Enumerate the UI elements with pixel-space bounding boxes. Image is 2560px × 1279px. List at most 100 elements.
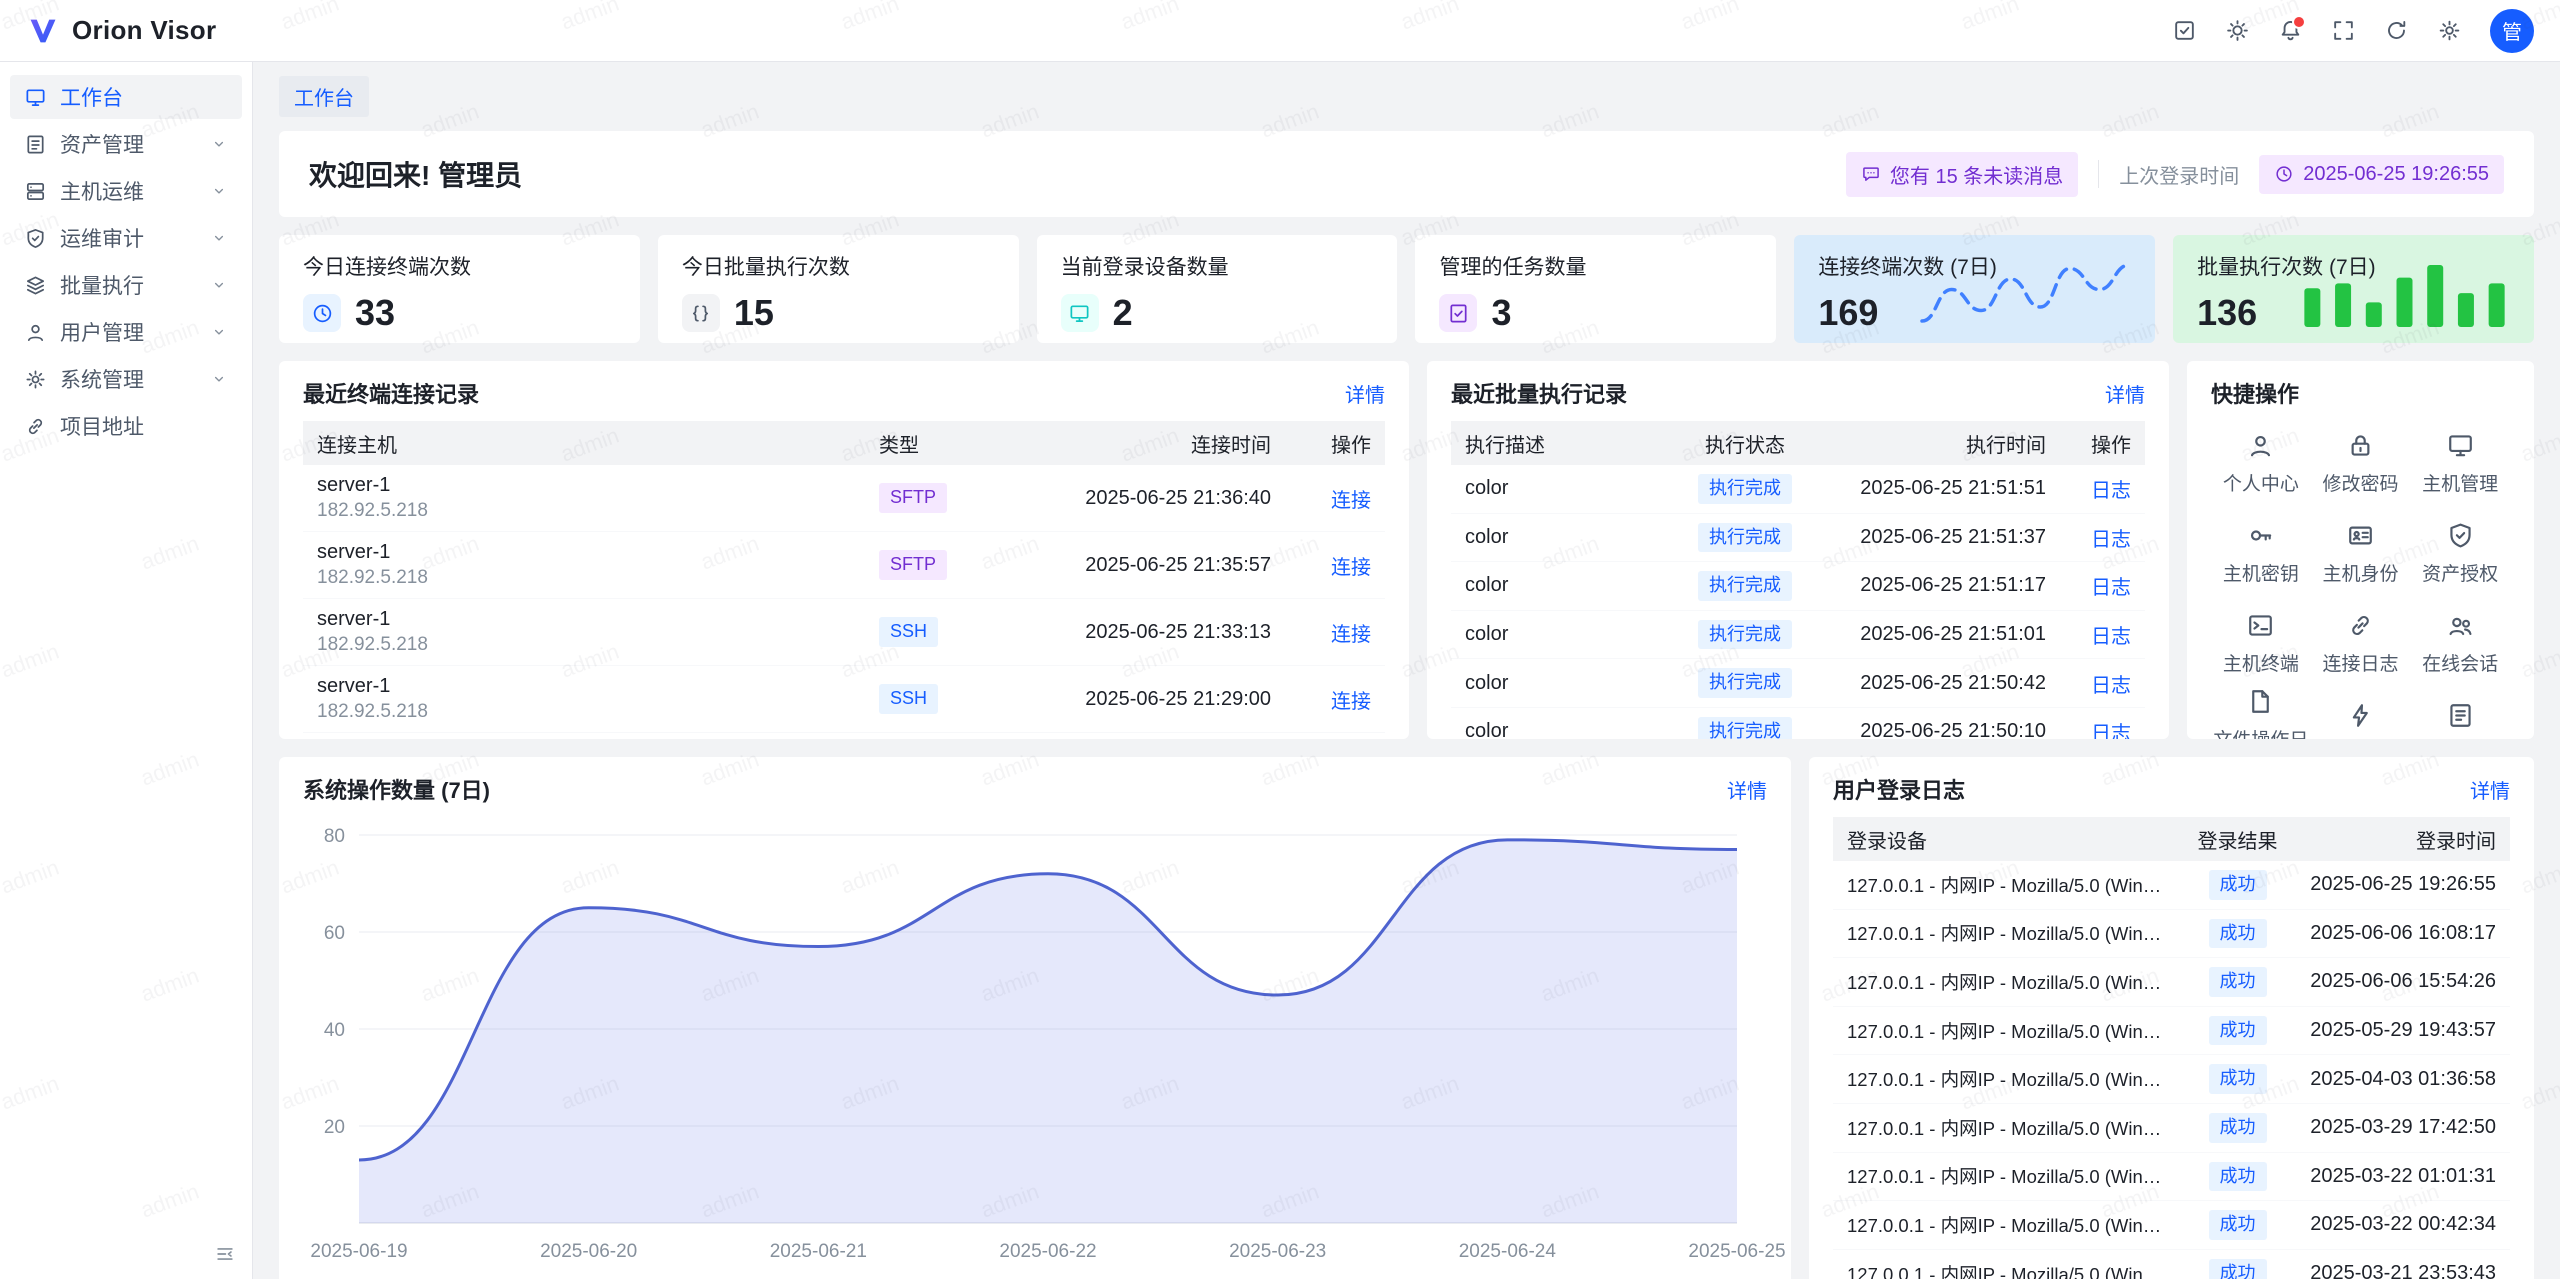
- sidebar-item[interactable]: 资产管理: [10, 122, 242, 166]
- login-time: 2025-05-29 19:43:57: [2295, 1006, 2510, 1055]
- sidebar-collapse-button[interactable]: [214, 1243, 236, 1265]
- quick-action-icon: [2346, 701, 2375, 730]
- quick-action-icon: [2246, 687, 2275, 716]
- sidebar-item[interactable]: 用户管理: [10, 310, 242, 354]
- sidebar-item[interactable]: 项目地址: [10, 404, 242, 448]
- quick-action[interactable]: 执行日志: [2410, 695, 2510, 739]
- execution-row: color 执行完成 2025-06-25 21:50:42 日志: [1451, 659, 2145, 708]
- login-logs-card: 用户登录日志 详情 登录设备 登录结果 登录时间 127.0.0.1 - 内网I…: [1809, 757, 2534, 1279]
- app-title: Orion Visor: [72, 15, 216, 46]
- login-result-tag: 成功: [2209, 1113, 2267, 1143]
- login-device: 127.0.0.1 - 内网IP - Mozilla/5.0 (Windows …: [1847, 969, 2166, 995]
- quick-action[interactable]: 个人中心: [2211, 425, 2311, 501]
- log-link[interactable]: 日志: [2091, 480, 2131, 502]
- refresh-icon[interactable]: [2384, 18, 2409, 43]
- execution-desc: color: [1451, 465, 1665, 513]
- stat-card-exec-7d: 批量执行次数 (7日) 136: [2173, 235, 2534, 343]
- connections-detail-link[interactable]: 详情: [1345, 379, 1385, 408]
- quick-action[interactable]: 在线会话: [2410, 605, 2510, 681]
- app-logo: [26, 14, 60, 48]
- log-link[interactable]: 日志: [2091, 577, 2131, 599]
- column-header: 操作: [1285, 421, 1385, 465]
- log-link[interactable]: 日志: [2091, 675, 2131, 697]
- sidebar-item-label: 用户管理: [60, 317, 197, 347]
- main-content: 工作台 欢迎回来! 管理员 您有 15 条未读消息 上次登录时间 2025-06…: [253, 62, 2560, 1279]
- login-logs-table: 登录设备 登录结果 登录时间 127.0.0.1 - 内网IP - Mozill…: [1833, 817, 2510, 1279]
- sidebar-item-icon: [24, 321, 47, 344]
- quick-action[interactable]: 命令执行: [2311, 695, 2411, 739]
- column-header: 操作: [2060, 421, 2145, 465]
- sidebar-item-label: 系统管理: [60, 364, 197, 394]
- quick-action[interactable]: 主机管理: [2410, 425, 2510, 501]
- settings-icon[interactable]: [2437, 18, 2462, 43]
- login-log-row: 127.0.0.1 - 内网IP - Mozilla/5.0 (Windows …: [1833, 861, 2510, 909]
- recent-connections-card: 最近终端连接记录 详情 连接主机 类型 连接时间 操作: [279, 361, 1409, 739]
- theme-icon[interactable]: [2225, 18, 2250, 43]
- quick-action-label: 个人中心: [2223, 469, 2299, 496]
- quick-action[interactable]: 连接日志: [2311, 605, 2411, 681]
- check-square-icon[interactable]: [2172, 18, 2197, 43]
- notification-icon[interactable]: [2278, 18, 2303, 43]
- fullscreen-icon[interactable]: [2331, 18, 2356, 43]
- quick-action[interactable]: 资产授权: [2410, 515, 2510, 591]
- breadcrumb[interactable]: 工作台: [279, 76, 369, 117]
- sidebar-item[interactable]: 批量执行: [10, 263, 242, 307]
- host-name: server-1: [317, 608, 851, 631]
- unread-messages-badge[interactable]: 您有 15 条未读消息: [1846, 152, 2078, 197]
- login-device: 127.0.0.1 - 内网IP - Mozilla/5.0 (Windows …: [1847, 920, 2166, 946]
- last-login-label: 上次登录时间: [2119, 160, 2239, 189]
- last-login-time: 2025-06-25 19:26:55: [2303, 163, 2489, 186]
- login-time: 2025-04-03 01:36:58: [2295, 1055, 2510, 1104]
- execution-time: 2025-06-25 21:51:51: [1825, 465, 2060, 513]
- quick-action[interactable]: 主机终端: [2211, 605, 2311, 681]
- connect-link[interactable]: 连接: [1331, 624, 1371, 646]
- welcome-card: 欢迎回来! 管理员 您有 15 条未读消息 上次登录时间 2025-06-25 …: [279, 131, 2534, 217]
- sidebar-item[interactable]: 运维审计: [10, 216, 242, 260]
- sidebar-item[interactable]: 主机运维: [10, 169, 242, 213]
- system-ops-detail-link[interactable]: 详情: [1727, 775, 1767, 804]
- quick-actions-card: 快捷操作 个人中心 修改密码: [2187, 361, 2534, 739]
- executions-detail-link[interactable]: 详情: [2105, 379, 2145, 408]
- log-link[interactable]: 日志: [2091, 626, 2131, 648]
- sidebar-item[interactable]: 工作台: [10, 75, 242, 119]
- card-title: 用户登录日志: [1833, 773, 1965, 805]
- quick-action-label: 执行日志: [2422, 739, 2498, 740]
- log-link[interactable]: 日志: [2091, 529, 2131, 551]
- login-device: 127.0.0.1 - 内网IP - Mozilla/5.0 (Windows …: [1847, 1212, 2166, 1238]
- sidebar-item-icon: [24, 227, 47, 250]
- user-avatar[interactable]: 管: [2490, 9, 2534, 53]
- login-time: 2025-03-29 17:42:50: [2295, 1103, 2510, 1152]
- execution-desc: color: [1451, 513, 1665, 562]
- stat-card-exec-today: 今日批量执行次数 15: [658, 235, 1019, 343]
- connect-link[interactable]: 连接: [1331, 490, 1371, 512]
- sidebar-item[interactable]: 系统管理: [10, 357, 242, 401]
- sidebar-item-icon: [24, 368, 47, 391]
- login-time: 2025-03-22 01:01:31: [2295, 1152, 2510, 1201]
- quick-action-label: 连接日志: [2322, 649, 2398, 676]
- stat-card-terminal-7d: 连接终端次数 (7日) 169: [1794, 235, 2155, 343]
- sidebar-item-icon: [24, 133, 47, 156]
- card-title: 最近终端连接记录: [303, 377, 479, 409]
- login-device: 127.0.0.1 - 内网IP - Mozilla/5.0 (Windows …: [1847, 1066, 2166, 1092]
- sidebar-item-icon: [24, 274, 47, 297]
- quick-action[interactable]: 文件操作日志: [2211, 695, 2311, 739]
- chevron-down-icon: [210, 229, 228, 247]
- connect-link[interactable]: 连接: [1331, 691, 1371, 713]
- quick-action[interactable]: 修改密码: [2311, 425, 2411, 501]
- log-link[interactable]: 日志: [2091, 723, 2131, 739]
- svg-text:2025-06-24: 2025-06-24: [1459, 1241, 1557, 1262]
- stat-value: 136: [2197, 292, 2257, 334]
- stat-value: 3: [1491, 292, 1511, 334]
- last-login-time-badge: 2025-06-25 19:26:55: [2259, 155, 2504, 194]
- quick-action[interactable]: 主机身份: [2311, 515, 2411, 591]
- execution-desc: color: [1451, 707, 1665, 739]
- login-logs-detail-link[interactable]: 详情: [2470, 775, 2510, 804]
- connect-link[interactable]: 连接: [1331, 557, 1371, 579]
- quick-action-icon: [2246, 431, 2275, 460]
- quick-action[interactable]: 主机密钥: [2211, 515, 2311, 591]
- execution-time: 2025-06-25 21:50:42: [1825, 659, 2060, 708]
- chevron-down-icon: [210, 276, 228, 294]
- quick-actions-grid: 个人中心 修改密码 主机管理: [2211, 425, 2510, 739]
- chevron-down-icon: [210, 370, 228, 388]
- sidebar-item-icon: [24, 415, 47, 438]
